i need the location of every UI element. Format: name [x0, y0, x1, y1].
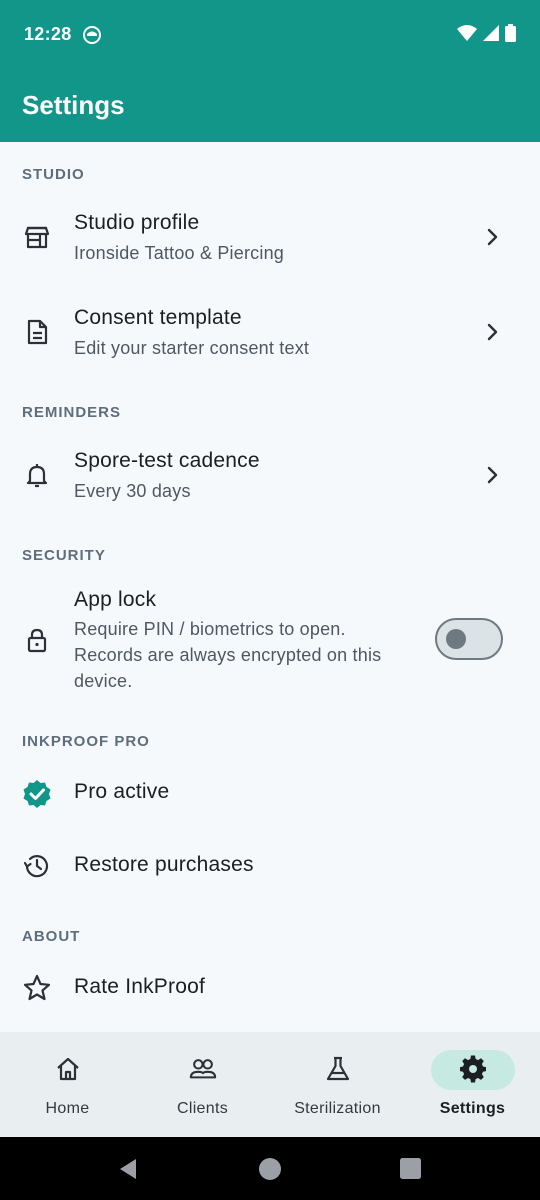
back-icon[interactable]: [118, 1158, 138, 1180]
rate-app-row[interactable]: Rate InkProof: [0, 952, 540, 1024]
system-navigation-bar: [0, 1137, 540, 1200]
nav-settings-label: Settings: [439, 1100, 506, 1117]
verified-badge-icon: [20, 777, 54, 811]
settings-list[interactable]: STUDIO Studio profile Ironside Tattoo & …: [0, 142, 540, 1032]
pro-active-title: Pro active: [74, 780, 170, 803]
home-button-icon[interactable]: [259, 1158, 281, 1180]
consent-template-row[interactable]: Consent template Edit your starter conse…: [0, 284, 540, 378]
status-bar: 12:28: [0, 0, 540, 70]
consent-template-title: Consent template: [74, 306, 242, 329]
restore-purchases-title: Restore purchases: [74, 853, 254, 876]
star-icon: [20, 971, 54, 1005]
recents-icon[interactable]: [400, 1158, 421, 1179]
nav-home-label: Home: [45, 1100, 90, 1117]
bell-icon: [20, 458, 54, 492]
wifi-icon: [457, 25, 477, 41]
app-bar: Settings: [0, 70, 540, 142]
bottom-navigation: Home Clients Sterilization Settings: [0, 1032, 540, 1137]
storefront-icon: [20, 220, 54, 254]
section-header-pro: INKPROOF PRO: [22, 733, 150, 750]
section-header-studio: STUDIO: [22, 166, 85, 183]
app-lock-subtitle-line1: Require PIN / biometrics to open.: [74, 619, 346, 639]
section-header-security: SECURITY: [22, 547, 106, 564]
chevron-right-icon: [487, 323, 498, 341]
pro-active-row: Pro active: [0, 758, 540, 828]
document-icon: [20, 315, 54, 349]
spore-test-subtitle: Every 30 days: [74, 481, 191, 501]
rate-app-title: Rate InkProof: [74, 975, 205, 998]
cell-signal-icon: [483, 25, 499, 41]
nav-home[interactable]: Home: [0, 1032, 135, 1137]
chevron-right-icon: [487, 228, 498, 246]
consent-template-subtitle: Edit your starter consent text: [74, 338, 310, 358]
spore-test-cadence-row[interactable]: Spore-test cadence Every 30 days: [0, 428, 540, 522]
restore-purchases-row[interactable]: Restore purchases: [0, 830, 540, 902]
app-lock-row[interactable]: App lock Require PIN / biometrics to ope…: [0, 572, 540, 718]
app-lock-title: App lock: [74, 588, 157, 611]
studio-profile-title: Studio profile: [74, 211, 200, 234]
flask-icon: [324, 1055, 352, 1083]
section-header-about: ABOUT: [22, 928, 81, 945]
studio-profile-row[interactable]: Studio profile Ironside Tattoo & Piercin…: [0, 190, 540, 284]
app-lock-subtitle-line3: device.: [74, 671, 133, 691]
status-indicators: [457, 24, 516, 42]
toggle-knob: [446, 629, 466, 649]
app-lock-subtitle-line2: Records are always encrypted on this: [74, 645, 382, 665]
gear-icon: [459, 1055, 487, 1083]
chevron-right-icon: [487, 466, 498, 484]
page-title: Settings: [22, 90, 125, 120]
history-icon: [20, 849, 54, 883]
app-lock-toggle[interactable]: [435, 618, 503, 660]
nav-settings[interactable]: Settings: [405, 1032, 540, 1137]
app-notification-icon: [83, 26, 101, 44]
studio-profile-subtitle: Ironside Tattoo & Piercing: [74, 243, 284, 263]
nav-clients[interactable]: Clients: [135, 1032, 270, 1137]
battery-icon: [505, 24, 516, 42]
status-time: 12:28: [24, 24, 72, 44]
nav-clients-label: Clients: [176, 1100, 228, 1117]
nav-sterilization[interactable]: Sterilization: [270, 1032, 405, 1137]
spore-test-title: Spore-test cadence: [74, 449, 260, 472]
lock-icon: [20, 623, 54, 657]
home-icon: [54, 1055, 82, 1083]
section-header-reminders: REMINDERS: [22, 404, 122, 421]
people-icon: [189, 1055, 217, 1083]
nav-sterilization-label: Sterilization: [294, 1100, 381, 1117]
